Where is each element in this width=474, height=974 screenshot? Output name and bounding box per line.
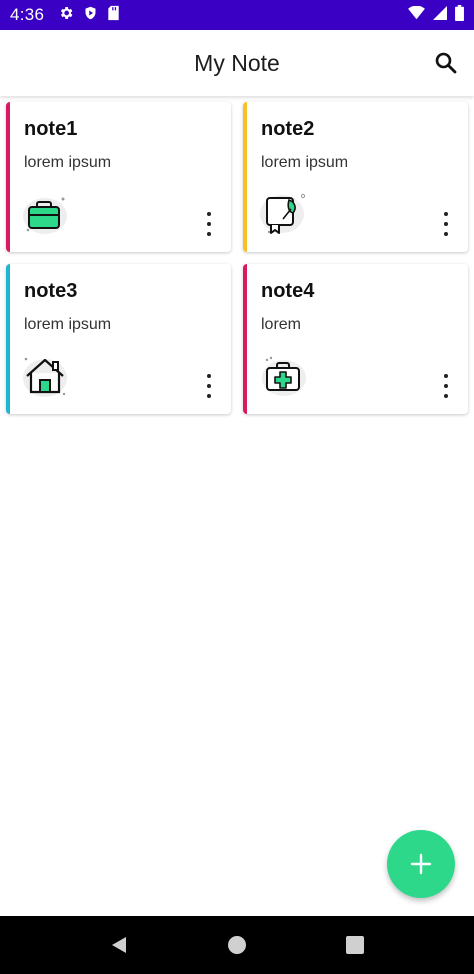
note-card[interactable]: note4 lorem <box>243 264 468 414</box>
cellular-signal-icon <box>433 5 447 25</box>
status-left-icons <box>58 5 120 26</box>
shield-play-icon <box>83 5 98 26</box>
note-card[interactable]: note1 lorem ipsum <box>6 102 231 252</box>
note-accent-bar <box>6 102 10 252</box>
home-icon <box>228 936 246 954</box>
note-body: lorem ipsum <box>24 316 112 333</box>
settings-icon <box>58 5 74 26</box>
note-title: note1 <box>24 118 78 140</box>
app-bar: My Note <box>0 30 474 96</box>
note-body: lorem <box>261 316 302 333</box>
note-more-menu-button[interactable] <box>438 210 454 238</box>
note-body: lorem ipsum <box>24 154 112 171</box>
briefcase-icon <box>20 192 72 238</box>
note-more-menu-button[interactable] <box>438 372 454 400</box>
search-icon <box>435 52 457 74</box>
note-body: lorem ipsum <box>261 154 349 171</box>
wifi-icon <box>408 5 425 25</box>
page-title: My Note <box>194 49 280 76</box>
note-card[interactable]: note3 lorem ipsum <box>6 264 231 414</box>
more-vertical-icon <box>444 212 448 216</box>
recents-icon <box>346 936 364 954</box>
status-bar: 4:36 <box>0 0 474 30</box>
more-vertical-icon <box>444 374 448 378</box>
back-icon <box>112 937 126 953</box>
nav-back-button[interactable] <box>99 925 139 965</box>
medical-kit-icon <box>257 354 309 400</box>
note-title: note3 <box>24 280 78 302</box>
more-vertical-icon <box>207 374 211 378</box>
note-accent-bar <box>6 264 10 414</box>
house-icon <box>20 354 72 400</box>
note-accent-bar <box>243 264 247 414</box>
nav-recents-button[interactable] <box>335 925 375 965</box>
note-title: note4 <box>261 280 315 302</box>
status-right-icons <box>408 4 464 26</box>
battery-icon <box>455 4 464 26</box>
book-leaf-icon <box>257 192 309 238</box>
search-button[interactable] <box>432 49 460 77</box>
more-vertical-icon <box>207 212 211 216</box>
status-time: 4:36 <box>10 5 45 24</box>
note-more-menu-button[interactable] <box>201 372 217 400</box>
note-title: note2 <box>261 118 315 140</box>
system-nav-bar <box>0 916 474 974</box>
notes-grid: note1 lorem ipsum note2 lorem ipsum note… <box>6 102 468 414</box>
note-more-menu-button[interactable] <box>201 210 217 238</box>
nav-home-button[interactable] <box>217 925 257 965</box>
note-card[interactable]: note2 lorem ipsum <box>243 102 468 252</box>
note-accent-bar <box>243 102 247 252</box>
plus-icon <box>410 853 432 875</box>
add-note-button[interactable] <box>387 830 455 898</box>
sd-card-icon <box>107 5 120 26</box>
